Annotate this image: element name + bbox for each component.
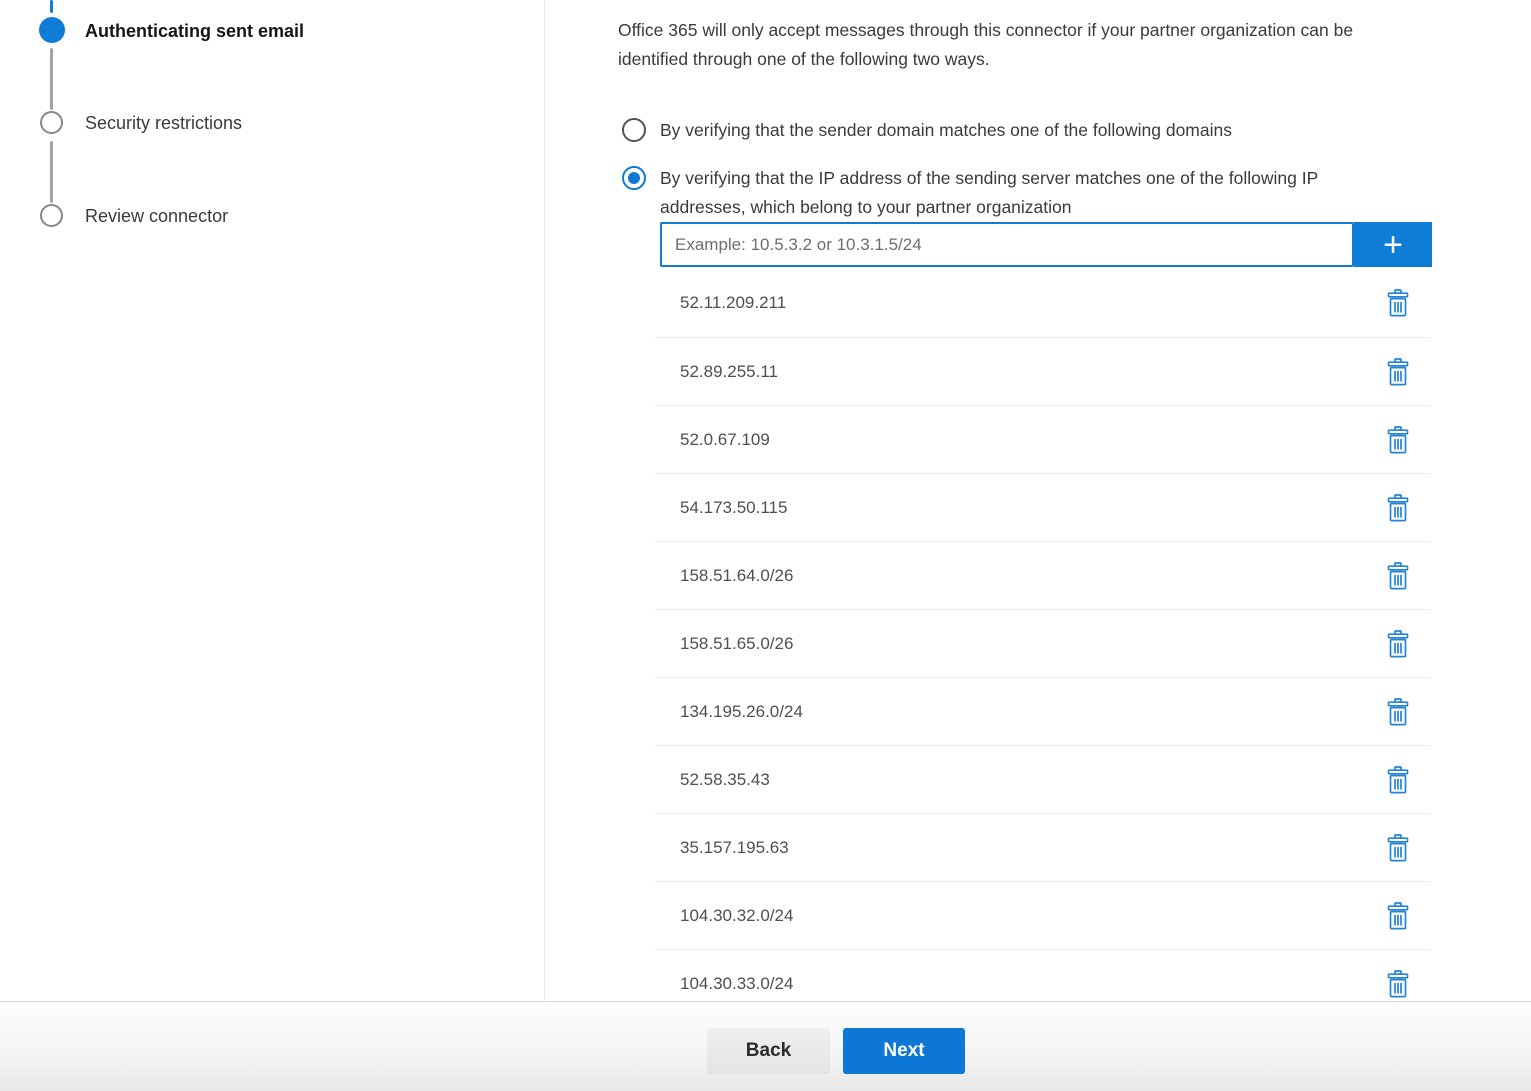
delete-ip-button[interactable] bbox=[1385, 832, 1411, 864]
delete-ip-button[interactable] bbox=[1385, 628, 1411, 660]
ip-row: 52.0.67.109 bbox=[655, 405, 1431, 473]
step-authenticating-sent-email: Authenticating sent email bbox=[85, 19, 304, 43]
step-security-restrictions: Security restrictions bbox=[85, 111, 242, 135]
delete-ip-button[interactable] bbox=[1385, 900, 1411, 932]
radio-verify-ip-address[interactable] bbox=[622, 166, 646, 190]
wizard-steps-sidebar: Authenticating sent email Security restr… bbox=[0, 0, 545, 1001]
intro-text: Office 365 will only accept messages thr… bbox=[618, 16, 1531, 74]
ip-address-value: 52.0.67.109 bbox=[680, 430, 770, 450]
radio-verify-ip-address-label[interactable]: By verifying that the IP address of the … bbox=[660, 164, 1490, 222]
trash-icon bbox=[1387, 902, 1409, 930]
step-connector bbox=[50, 48, 53, 110]
ip-address-input[interactable] bbox=[660, 222, 1354, 267]
radio-verify-sender-domain[interactable] bbox=[622, 118, 646, 142]
delete-ip-button[interactable] bbox=[1385, 968, 1411, 1000]
ip-row: 104.30.33.0/24 bbox=[655, 949, 1431, 1001]
ip-address-value: 52.89.255.11 bbox=[680, 362, 778, 382]
ip-row: 104.30.32.0/24 bbox=[655, 881, 1431, 949]
ip-address-value: 35.157.195.63 bbox=[680, 838, 789, 858]
delete-ip-button[interactable] bbox=[1385, 356, 1411, 388]
delete-ip-button[interactable] bbox=[1385, 287, 1411, 319]
step-upcoming-circle bbox=[40, 204, 63, 227]
ip-row: 158.51.64.0/26 bbox=[655, 541, 1431, 609]
trash-icon bbox=[1387, 426, 1409, 454]
ip-row: 35.157.195.63 bbox=[655, 813, 1431, 881]
delete-ip-button[interactable] bbox=[1385, 696, 1411, 728]
wizard-footer: Back Next bbox=[0, 1001, 1531, 1091]
radio-selected-dot bbox=[628, 172, 640, 184]
authenticating-sent-email-panel: Office 365 will only accept messages thr… bbox=[546, 0, 1531, 1001]
add-ip-button[interactable]: + bbox=[1354, 222, 1432, 267]
trash-icon bbox=[1387, 834, 1409, 862]
back-button[interactable]: Back bbox=[707, 1028, 830, 1074]
ip-address-value: 52.11.209.211 bbox=[680, 293, 786, 313]
ip-address-value: 104.30.32.0/24 bbox=[680, 906, 793, 926]
step-current-dot bbox=[39, 17, 65, 43]
ip-address-value: 54.173.50.115 bbox=[680, 498, 787, 518]
ip-row: 54.173.50.115 bbox=[655, 473, 1431, 541]
trash-icon bbox=[1387, 289, 1409, 317]
trash-icon bbox=[1387, 494, 1409, 522]
radio-verify-sender-domain-label[interactable]: By verifying that the sender domain matc… bbox=[660, 116, 1232, 145]
trash-icon bbox=[1387, 630, 1409, 658]
ip-address-value: 134.195.26.0/24 bbox=[680, 702, 803, 722]
ip-address-value: 104.30.33.0/24 bbox=[680, 974, 793, 994]
step-review-connector: Review connector bbox=[85, 204, 228, 228]
ip-address-value: 158.51.65.0/26 bbox=[680, 634, 793, 654]
step-upcoming-circle bbox=[40, 111, 63, 134]
ip-row: 134.195.26.0/24 bbox=[655, 677, 1431, 745]
trash-icon bbox=[1387, 970, 1409, 998]
ip-address-value: 52.58.35.43 bbox=[680, 770, 770, 790]
trash-icon bbox=[1387, 766, 1409, 794]
ip-row: 158.51.65.0/26 bbox=[655, 609, 1431, 677]
plus-icon: + bbox=[1383, 226, 1403, 264]
ip-address-list: 52.11.209.211 52.89.255.11 52. bbox=[655, 269, 1431, 1001]
trash-icon bbox=[1387, 358, 1409, 386]
delete-ip-button[interactable] bbox=[1385, 492, 1411, 524]
step-connector bbox=[50, 141, 53, 203]
delete-ip-button[interactable] bbox=[1385, 764, 1411, 796]
trash-icon bbox=[1387, 562, 1409, 590]
next-button[interactable]: Next bbox=[843, 1028, 965, 1074]
ip-row: 52.11.209.211 bbox=[655, 269, 1431, 337]
step-connector-top bbox=[50, 0, 53, 13]
delete-ip-button[interactable] bbox=[1385, 424, 1411, 456]
ip-address-value: 158.51.64.0/26 bbox=[680, 566, 793, 586]
ip-row: 52.58.35.43 bbox=[655, 745, 1431, 813]
ip-entry-bar: + bbox=[660, 222, 1432, 267]
connector-wizard-screen: Authenticating sent email Security restr… bbox=[0, 0, 1531, 1091]
ip-row: 52.89.255.11 bbox=[655, 337, 1431, 405]
trash-icon bbox=[1387, 698, 1409, 726]
delete-ip-button[interactable] bbox=[1385, 560, 1411, 592]
